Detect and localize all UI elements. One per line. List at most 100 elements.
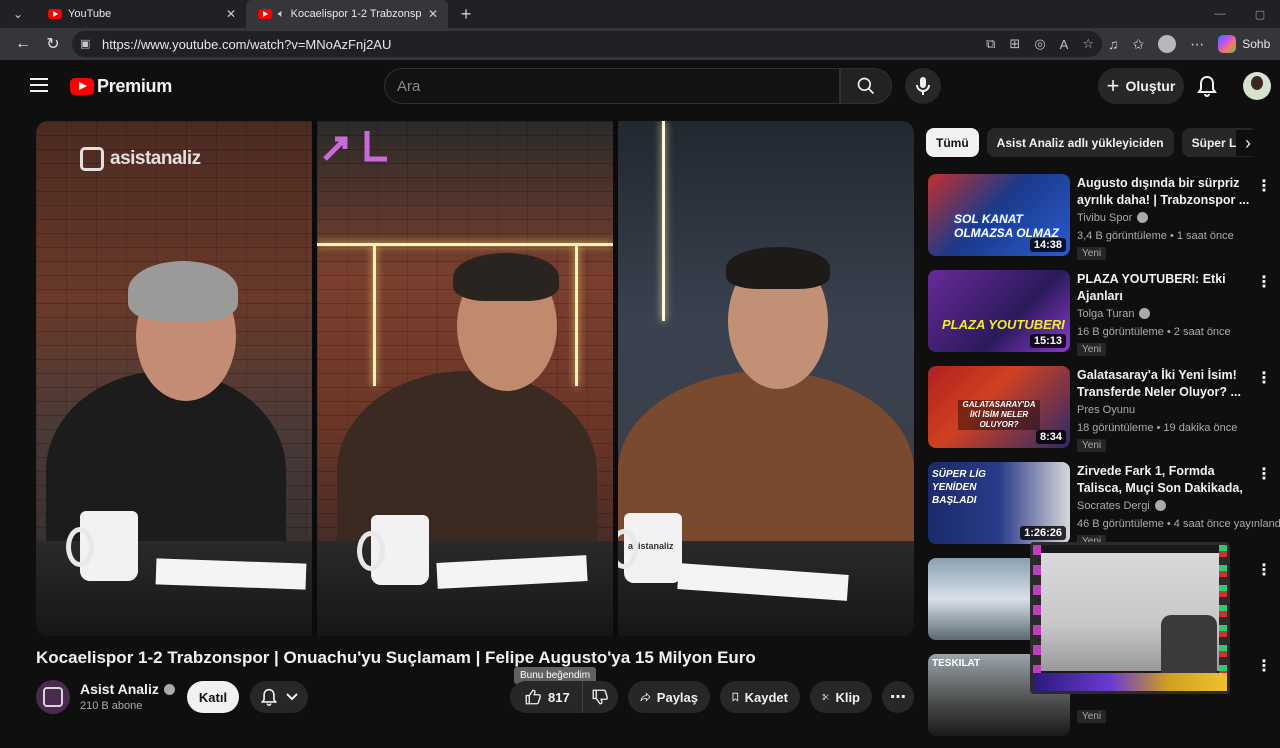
- like-count: 817: [548, 689, 570, 705]
- subscription-bell-button[interactable]: [250, 681, 308, 713]
- more-options-icon[interactable]: ⋮: [1256, 560, 1272, 580]
- recommendation-item[interactable]: SOL KANAT OLMAZSA OLMAZ 14:38 Augusto dı…: [926, 172, 1274, 268]
- video-title[interactable]: PLAZA YOUTUBERI: Etki Ajanları: [1077, 271, 1255, 305]
- tab-list-chevron-icon[interactable]: ⌄: [0, 0, 36, 28]
- video-duration: 8:34: [1035, 430, 1066, 444]
- recommendation-item[interactable]: GALATASARAY'DA İKİ İSİM NELER OLUYOR? 8:…: [926, 364, 1274, 460]
- filter-chips: Tümü Asist Analiz adlı yükleyiciden Süpe…: [926, 128, 1266, 158]
- video-title[interactable]: Zirvede Fark 1, Formda Talisca, Muçi Son…: [1077, 463, 1255, 497]
- browser-tab-bar: ⌄ YouTube ✕ 🔈︎ Kocaelispor 1-2 Trabzonsp…: [0, 0, 1280, 28]
- channel-name-wrap[interactable]: Asist Analiz: [80, 681, 175, 697]
- more-options-icon[interactable]: ⋮: [1256, 656, 1272, 676]
- more-options-icon[interactable]: ⋮: [1256, 464, 1272, 484]
- extensions-icon[interactable]: ♫: [1108, 36, 1119, 52]
- notifications-button[interactable]: [1194, 73, 1220, 99]
- reload-icon[interactable]: ↻: [38, 34, 68, 54]
- channel-name[interactable]: Pres Oyunu: [1077, 404, 1135, 416]
- video-player[interactable]: asistanaliz asistanaliz: [36, 121, 914, 636]
- tracking-prevention-icon[interactable]: ◎: [1034, 36, 1045, 52]
- copilot-icon[interactable]: [1218, 35, 1237, 53]
- chevron-right-icon[interactable]: ›: [1236, 130, 1260, 156]
- more-options-icon[interactable]: ⋮: [1256, 368, 1272, 388]
- browser-tab-video[interactable]: 🔈︎ Kocaelispor 1-2 Trabzonspor ✕: [246, 0, 448, 28]
- video-thumbnail[interactable]: SOL KANAT OLMAZSA OLMAZ 14:38: [928, 174, 1070, 256]
- tab-close-icon[interactable]: ✕: [226, 7, 236, 21]
- new-tab-button[interactable]: +: [452, 0, 480, 28]
- search-input[interactable]: [397, 77, 839, 95]
- new-badge: Yeni: [1077, 439, 1107, 452]
- maximize-icon[interactable]: ▢: [1240, 0, 1280, 28]
- browser-tab-youtube[interactable]: YouTube ✕: [36, 0, 246, 28]
- clip-button[interactable]: Klip: [810, 681, 872, 713]
- channel-name[interactable]: Tivibu Spor: [1077, 211, 1149, 224]
- video-title[interactable]: Augusto dışında bir sürpriz ayrılık daha…: [1077, 175, 1255, 209]
- thumbnail-text: SOL KANAT OLMAZSA OLMAZ: [954, 212, 1059, 240]
- video-meta: 18 görüntüleme • 19 dakika önce: [1077, 422, 1238, 434]
- dislike-button[interactable]: [583, 688, 618, 706]
- audio-playing-icon[interactable]: 🔈︎: [278, 8, 285, 21]
- account-avatar[interactable]: [1243, 72, 1271, 100]
- menu-icon[interactable]: [30, 78, 48, 92]
- channel-name[interactable]: Asist Analiz: [80, 681, 159, 697]
- video-panel-left: asistanaliz: [36, 121, 312, 636]
- channel-name[interactable]: Tolga Turan: [1077, 307, 1151, 320]
- video-title[interactable]: Galatasaray'a İki Yeni İsim! Transferde …: [1077, 367, 1255, 401]
- bookmark-icon: [732, 692, 739, 702]
- url-text[interactable]: https://www.youtube.com/watch?v=MNoAzFnj…: [102, 37, 391, 52]
- channel-watermark: asistanaliz: [80, 147, 201, 171]
- new-badge: Yeni: [1077, 710, 1107, 723]
- youtube-logo[interactable]: Premium: [70, 76, 172, 97]
- translate-icon[interactable]: ⧉: [986, 36, 995, 52]
- search-button[interactable]: [840, 68, 892, 104]
- recommendation-item[interactable]: PLAZA YOUTUBERI 15:13 PLAZA YOUTUBERI: E…: [926, 268, 1274, 364]
- video-panel-center: [317, 121, 613, 636]
- share-label: Paylaş: [656, 689, 698, 705]
- window-controls: — ▢: [1200, 0, 1280, 28]
- video-thumbnail[interactable]: GALATASARAY'DA İKİ İSİM NELER OLUYOR? 8:…: [928, 366, 1070, 448]
- voice-search-button[interactable]: [905, 68, 941, 104]
- thumbs-up-icon: [525, 689, 541, 705]
- brand-text: Premium: [97, 76, 172, 96]
- channel-avatar[interactable]: [36, 680, 70, 714]
- channel-action-row: Asist Analiz 210 B abone Katıl Bunu beğe…: [36, 667, 916, 716]
- apps-icon[interactable]: ⊞: [1009, 36, 1020, 52]
- share-button[interactable]: Paylaş: [628, 681, 710, 713]
- video-duration: 15:13: [1029, 334, 1066, 348]
- channel-name[interactable]: Socrates Dergi: [1077, 499, 1166, 512]
- site-info-icon[interactable]: ▣: [80, 37, 94, 51]
- create-button[interactable]: + Oluştur: [1098, 68, 1184, 104]
- thumbnail-text: TESKILAT: [932, 658, 981, 669]
- scissors-icon: [822, 693, 829, 701]
- save-button[interactable]: Kaydet: [720, 681, 800, 713]
- chip-from-uploader[interactable]: Asist Analiz adlı yükleyiciden: [986, 128, 1174, 157]
- save-label: Kaydet: [744, 689, 788, 705]
- search-icon: [857, 77, 875, 95]
- chip-all[interactable]: Tümü: [926, 128, 979, 157]
- more-menu-icon[interactable]: ⋯: [1190, 36, 1204, 53]
- more-actions-button[interactable]: ⋯: [882, 681, 914, 713]
- youtube-favicon-icon: [48, 9, 62, 19]
- read-aloud-icon[interactable]: A: [1060, 37, 1069, 52]
- profile-avatar[interactable]: [1158, 35, 1177, 53]
- favorites-icon[interactable]: ✩: [1133, 36, 1145, 53]
- tab-close-icon[interactable]: ✕: [428, 7, 438, 21]
- profile-label[interactable]: Sohb: [1242, 37, 1270, 51]
- like-button[interactable]: 817: [510, 681, 583, 713]
- video-duration: 1:26:26: [1020, 526, 1066, 540]
- more-options-icon[interactable]: ⋮: [1256, 272, 1272, 292]
- video-thumbnail[interactable]: SÜPER LİG YENİDEN BAŞLADI 1:26:26: [928, 462, 1070, 544]
- minimize-icon[interactable]: —: [1200, 0, 1240, 28]
- video-thumbnail[interactable]: PLAZA YOUTUBERI 15:13: [928, 270, 1070, 352]
- back-arrow-icon[interactable]: ←: [8, 35, 38, 53]
- thumbnail-text: GALATASARAY'DA İKİ İSİM NELER OLUYOR?: [958, 400, 1040, 430]
- verified-badge-icon: [163, 683, 175, 695]
- address-bar[interactable]: ▣ https://www.youtube.com/watch?v=MNoAzF…: [72, 31, 1102, 57]
- youtube-favicon-icon: [258, 9, 272, 19]
- microphone-icon: [916, 77, 930, 95]
- favorite-star-icon[interactable]: ☆: [1082, 36, 1094, 52]
- more-options-icon[interactable]: ⋮: [1256, 176, 1272, 196]
- join-button[interactable]: Katıl: [187, 681, 239, 713]
- create-label: Oluştur: [1125, 78, 1176, 94]
- video-meta: 16 B görüntüleme • 2 saat önce: [1077, 326, 1231, 338]
- verified-badge-icon: [1154, 499, 1166, 511]
